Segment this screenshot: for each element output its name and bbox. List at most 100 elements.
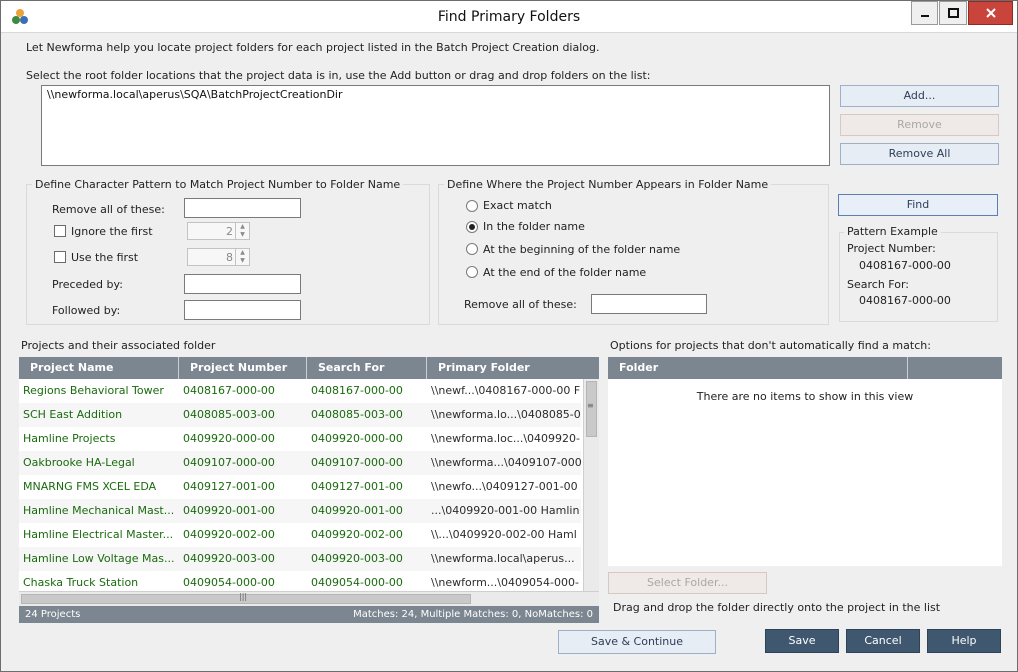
followed-by-input[interactable] (184, 300, 301, 320)
primary-folder-cell: \\newforma.local\aperus... (431, 552, 575, 565)
add-button-label: Add... (903, 89, 936, 102)
ignore-first-checkbox[interactable] (54, 225, 66, 237)
projects-grid-header: Project Name Project Number Search For P… (19, 357, 599, 379)
root-folders-list[interactable]: \\newforma.local\aperus\SQA\BatchProject… (41, 85, 830, 166)
select-folder-button-label: Select Folder... (647, 576, 728, 589)
projects-vertical-scrollbar[interactable]: ≡ (583, 379, 599, 591)
cancel-button-label: Cancel (864, 634, 902, 647)
table-row[interactable]: Hamline Electrical Master... 0409920-002-… (19, 523, 581, 547)
example-project-number-label: Project Number: (847, 242, 936, 255)
add-button[interactable]: Add... (840, 85, 999, 107)
maximize-icon (947, 8, 959, 18)
projects-count: 24 Projects (25, 609, 81, 620)
col-project-name[interactable]: Project Name (19, 357, 179, 379)
primary-folder-cell: \\newform...\0409054-000- (431, 576, 579, 589)
intro-text: Let Newforma help you locate project fol… (26, 41, 600, 54)
radio-beginning[interactable] (466, 243, 478, 255)
table-row[interactable]: Hamline Projects 0409920-000-00 0409920-00… (19, 427, 581, 451)
radio-in-folder-name-label: In the folder name (483, 220, 585, 233)
search-for-cell: 0409107-000-00 (311, 456, 403, 469)
minimize-button[interactable] (911, 1, 938, 25)
project-name-cell: SCH East Addition (23, 408, 123, 421)
projects-match-summary: Matches: 24, Multiple Matches: 0, NoMatc… (353, 609, 593, 620)
project-number-cell: 0409920-003-00 (183, 552, 275, 565)
search-for-cell: 0409127-001-00 (311, 480, 403, 493)
use-first-checkbox[interactable] (54, 251, 66, 263)
project-name-cell: Hamline Projects (23, 432, 116, 445)
remove-all-button-label: Remove All (888, 147, 951, 160)
primary-folder-cell: ...\0409920-001-00 Hamlin (431, 504, 580, 517)
col-search-for[interactable]: Search For (307, 357, 427, 379)
cancel-button[interactable]: Cancel (846, 629, 920, 653)
project-number-cell: 0409920-000-00 (183, 432, 275, 445)
project-number-cell: 0408167-000-00 (183, 384, 275, 397)
location-remove-all-input[interactable] (591, 294, 707, 314)
pattern-group-title: Define Character Pattern to Match Projec… (32, 178, 404, 191)
options-grid-body[interactable]: There are no items to show in this view (608, 379, 1002, 566)
table-row[interactable]: Regions Behavioral Tower 0408167-000-00 04… (19, 379, 581, 403)
help-button-label: Help (951, 634, 977, 647)
close-button[interactable] (968, 1, 1013, 25)
minimize-icon (920, 15, 929, 17)
remove-button[interactable]: Remove (840, 114, 999, 136)
ignore-first-label: Ignore the first (71, 225, 153, 238)
help-button[interactable]: Help (927, 629, 1001, 653)
remove-all-button[interactable]: Remove All (840, 143, 999, 165)
save-and-continue-button[interactable]: Save & Continue (558, 630, 716, 654)
radio-end-label: At the end of the folder name (483, 266, 647, 279)
project-name-cell: MNARNG FMS XCEL EDA (23, 480, 157, 493)
pattern-remove-all-label: Remove all of these: (52, 203, 165, 216)
radio-in-folder-name[interactable] (466, 221, 478, 233)
stepper-arrows-icon[interactable]: ▲ ▼ (235, 223, 249, 239)
table-row[interactable]: SCH East Addition 0408085-003-00 0408085-0… (19, 403, 581, 427)
projects-status-bar: 24 Projects Matches: 24, Multiple Matche… (19, 606, 599, 623)
save-button-label: Save (788, 634, 816, 647)
table-row[interactable]: Hamline Low Voltage Mas... 0409920-003-00… (19, 547, 581, 571)
search-for-cell: 0409920-002-00 (311, 528, 403, 541)
select-folder-button[interactable]: Select Folder... (608, 572, 767, 594)
location-group-title: Define Where the Project Number Appears … (444, 178, 772, 191)
save-button[interactable]: Save (765, 629, 839, 653)
maximize-button[interactable] (939, 1, 967, 25)
table-row[interactable]: Hamline Mechanical Mast... 0409920-001-00… (19, 499, 581, 523)
project-name-cell: Regions Behavioral Tower (23, 384, 164, 397)
table-row[interactable]: MNARNG FMS XCEL EDA 0409127-001-00 0409127… (19, 475, 581, 499)
search-for-cell: 0409920-001-00 (311, 504, 403, 517)
primary-folder-cell: \\...\0409920-002-00 Haml (431, 528, 577, 541)
preceded-by-input[interactable] (184, 274, 301, 294)
col-project-number[interactable]: Project Number (179, 357, 307, 379)
projects-grid-body[interactable]: Regions Behavioral Tower 0408167-000-00 04… (19, 379, 583, 591)
col-folder[interactable]: Folder (608, 357, 908, 379)
col-primary-folder[interactable]: Primary Folder (427, 357, 599, 379)
table-row[interactable]: Oakbrooke HA-Legal 0409107-000-00 0409107-… (19, 451, 582, 475)
remove-button-label: Remove (897, 118, 942, 131)
stepper-arrows-icon[interactable]: ▲ ▼ (235, 249, 249, 265)
pattern-remove-all-input[interactable] (184, 198, 301, 218)
use-first-label: Use the first (71, 251, 139, 264)
radio-end[interactable] (466, 266, 478, 278)
location-remove-all-label: Remove all of these: (464, 298, 577, 311)
title-bar[interactable]: Find Primary Folders (1, 1, 1017, 33)
grip-icon: ≡ (587, 401, 594, 410)
primary-folder-cell: \\newforma.lo...\0408085-0 (431, 408, 581, 421)
project-name-cell: Chaska Truck Station (23, 576, 139, 589)
projects-horizontal-scrollbar[interactable]: ||| (19, 591, 599, 606)
root-folders-label: Select the root folder locations that th… (26, 69, 651, 82)
project-number-cell: 0409127-001-00 (183, 480, 275, 493)
save-and-continue-label: Save & Continue (590, 635, 684, 648)
project-name-cell: Hamline Mechanical Mast... (23, 504, 175, 517)
find-button[interactable]: Find (838, 194, 998, 216)
search-for-cell: 0409920-000-00 (311, 432, 403, 445)
preceded-by-label: Preceded by: (52, 278, 123, 291)
use-first-value: 8 (226, 251, 233, 264)
radio-exact-match[interactable] (466, 200, 478, 212)
window-title: Find Primary Folders (437, 9, 581, 25)
ignore-first-stepper[interactable]: 2 ▲ ▼ (187, 222, 250, 240)
projects-label: Projects and their associated folder (21, 339, 216, 352)
root-folder-item[interactable]: \\newforma.local\aperus\SQA\BatchProject… (47, 88, 343, 101)
options-grid-header: Folder (608, 357, 1002, 379)
project-name-cell: Oakbrooke HA-Legal (23, 456, 135, 469)
example-search-for-label: Search For: (847, 278, 909, 291)
table-row[interactable]: Chaska Truck Station 0409054-000-00 040905… (19, 571, 581, 591)
use-first-stepper[interactable]: 8 ▲ ▼ (187, 248, 250, 266)
